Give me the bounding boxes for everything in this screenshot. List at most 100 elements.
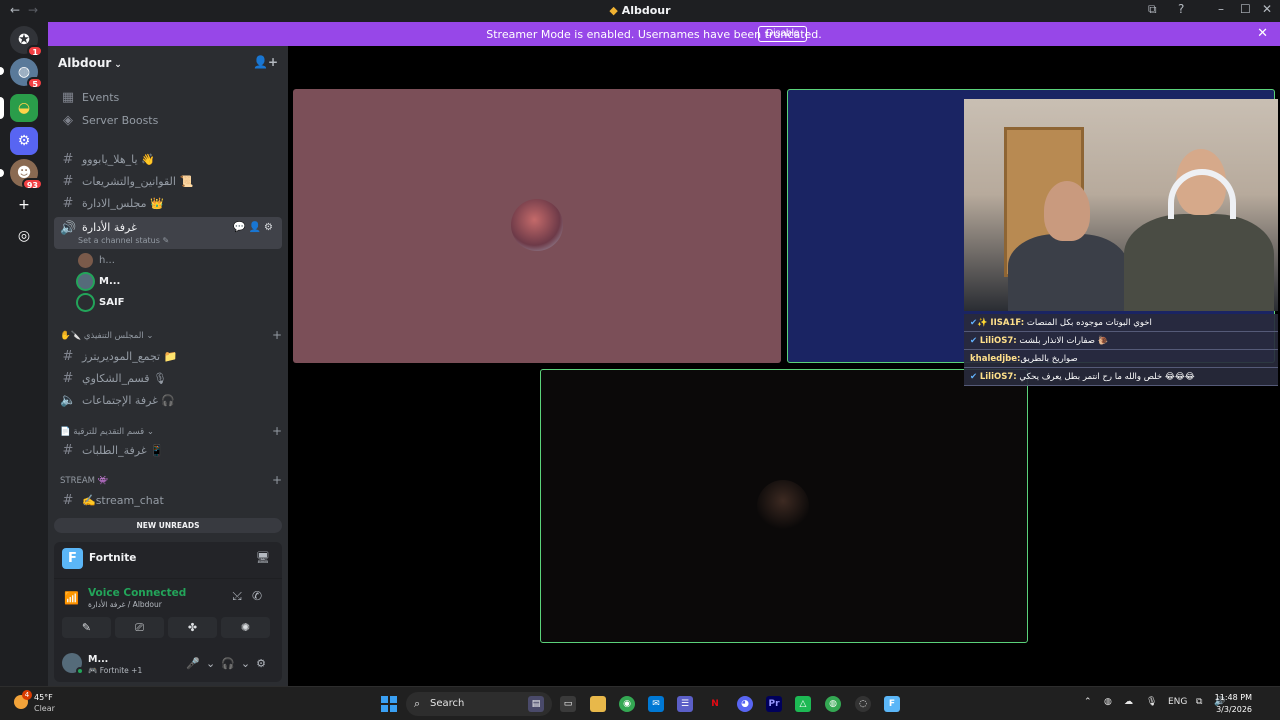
language-indicator[interactable]: ENG: [1168, 697, 1187, 707]
channel-requests[interactable]: # غرفة_الطلبات 📱: [54, 440, 282, 460]
obs-icon[interactable]: ◌: [855, 696, 871, 712]
help-icon[interactable]: ?: [1178, 2, 1184, 16]
disconnect-icon[interactable]: ✆: [252, 589, 272, 603]
teams-icon[interactable]: ☰: [677, 696, 693, 712]
channel-stream-chat[interactable]: # ✍️stream_chat: [54, 490, 282, 510]
voice-stage: ✔✨ IISA1F: اخوي البوتات موجوده بكل المنص…: [288, 46, 1280, 686]
notification-badge: 93: [21, 178, 43, 190]
taskbar-app-icon[interactable]: ▤: [528, 696, 544, 712]
events-item[interactable]: ▦ Events: [54, 87, 282, 107]
chrome-profile-icon[interactable]: ◍: [825, 696, 841, 712]
microphone-icon[interactable]: 🎤: [186, 657, 206, 670]
outlook-icon[interactable]: ✉: [648, 696, 664, 712]
server-boosts-item[interactable]: ◈ Server Boosts: [54, 110, 282, 130]
chat-message: ✔✨ IISA1F: اخوي البوتات موجوده بكل المنص…: [964, 314, 1278, 332]
channel-welcome[interactable]: # يا_هلا_يابووو 👋: [54, 149, 282, 169]
signal-icon: 📶: [64, 591, 79, 605]
maximize-button[interactable]: ☐: [1240, 2, 1251, 16]
voice-user[interactable]: h...: [78, 251, 115, 269]
invite-people-icon[interactable]: 👤+: [253, 55, 278, 69]
channel-complaints[interactable]: # قسم_الشكاوي 🎙: [54, 368, 282, 388]
speaker-icon: 🔈: [60, 392, 77, 408]
microphone-icon[interactable]: 🎙: [1146, 697, 1157, 707]
online-status-icon: [76, 667, 84, 675]
voice-channel-admin-room[interactable]: 🔊 غرفة الأدارة Set a channel status ✎ 💬👤…: [54, 217, 282, 249]
screen-share-icon[interactable]: 🖥: [256, 551, 270, 564]
participant-tile[interactable]: [293, 89, 781, 363]
guild-header[interactable]: Albdour ⌄ 👤+: [48, 46, 288, 79]
direct-messages-icon[interactable]: ✪ 1: [10, 26, 43, 57]
user-status: 🎮 Fortnite +1: [88, 666, 143, 675]
chevron-down-icon: ⌄: [114, 60, 122, 70]
soundboard-button[interactable]: ✺: [221, 617, 270, 638]
category-promotion[interactable]: 📄 قسم التقديم للترقية ⌄ +: [60, 424, 282, 438]
webcam-overlay: [964, 99, 1278, 311]
clock[interactable]: 11:48 PM 3/3/2026: [1215, 692, 1252, 716]
discord-icon[interactable]: ◕: [737, 696, 753, 712]
start-button[interactable]: [381, 696, 397, 712]
server-icon-4[interactable]: ⚙: [10, 127, 38, 155]
add-server-icon[interactable]: +: [10, 191, 38, 219]
close-banner-icon[interactable]: ✕: [1257, 26, 1268, 41]
server-icon-2[interactable]: ◍ 5: [10, 58, 43, 89]
screen-share-button[interactable]: ⎚: [115, 617, 164, 638]
voice-location[interactable]: غرفة الأدارة / Albdour: [88, 600, 162, 609]
tray-chevron-icon[interactable]: ⌃: [1084, 697, 1092, 707]
new-unreads-button[interactable]: NEW UNREADS: [54, 518, 282, 533]
participant-tile-speaking[interactable]: [540, 369, 1028, 643]
add-channel-icon[interactable]: +: [272, 424, 282, 438]
server-icon-5[interactable]: ☻ 93: [10, 159, 43, 190]
tray-icon[interactable]: ◍: [1104, 697, 1112, 707]
username[interactable]: M...: [88, 654, 108, 665]
taskbar-app-icon[interactable]: ▭: [560, 696, 576, 712]
category-stream[interactable]: Stream 👾 +: [60, 473, 282, 487]
voice-channel-tools[interactable]: 💬👤⚙: [233, 222, 276, 233]
channel-status[interactable]: Set a channel status ✎: [78, 236, 169, 245]
title-bar: ← → ◆ Albdour ⧉ ? – ☐ ✕: [0, 0, 1280, 21]
camera-off-button[interactable]: ✎: [62, 617, 111, 638]
add-channel-icon[interactable]: +: [272, 473, 282, 487]
add-channel-icon[interactable]: +: [272, 328, 282, 342]
chevron-down-icon[interactable]: ⌄: [241, 657, 256, 670]
server-icon-albdour[interactable]: ◒: [10, 94, 38, 122]
guild-name: Albdour: [58, 56, 112, 70]
monitor-icon[interactable]: ⧉: [1196, 697, 1202, 707]
calendar-icon: ▦: [61, 89, 75, 105]
hash-icon: #: [62, 442, 74, 458]
server-list: ✪ 1 ◍ 5 ◒ ⚙ ☻ 93 + ◎: [0, 21, 48, 686]
taskbar-app-icon[interactable]: △: [795, 696, 811, 712]
channel-admin-council[interactable]: # مجلس_الادارة 👑: [54, 193, 282, 213]
headphones-icon[interactable]: 🎧: [221, 657, 241, 670]
hash-icon: #: [62, 173, 74, 189]
activities-button[interactable]: ✤: [168, 617, 217, 638]
voice-user[interactable]: SAIF: [78, 293, 125, 311]
noise-suppression-icon[interactable]: ⤩: [232, 589, 252, 603]
avatar: [757, 480, 809, 532]
fortnite-icon[interactable]: F: [884, 696, 900, 712]
banner-message: Streamer Mode is enabled. Usernames have…: [486, 28, 822, 41]
category-executive[interactable]: ✋🔪 المجلس التنفيذي ⌄ +: [60, 328, 282, 342]
file-explorer-icon[interactable]: [590, 696, 606, 712]
channel-rules[interactable]: # القوانين_والتشريعات 📜: [54, 171, 282, 191]
voice-buttons: ⤩✆: [232, 589, 272, 604]
channel-moderators[interactable]: # تجمع_الموديريترز 📁: [54, 346, 282, 366]
chat-message: khaledjbe:صواريخ بالطريق: [964, 350, 1278, 368]
minimize-button[interactable]: –: [1218, 2, 1224, 16]
voice-user[interactable]: M...: [78, 272, 120, 290]
channel-meetings[interactable]: 🔈 غرفة الإجتماعات 🎧: [54, 390, 282, 410]
chevron-down-icon[interactable]: ⌄: [206, 657, 221, 670]
notification-badge: 4: [22, 690, 32, 700]
netflix-icon[interactable]: N: [707, 696, 723, 712]
explore-icon[interactable]: ◎: [10, 222, 38, 250]
settings-icon[interactable]: ⚙: [256, 657, 272, 670]
speaker-icon: 🔊: [60, 221, 77, 236]
chrome-icon[interactable]: ◉: [619, 696, 635, 712]
tray-icon[interactable]: ☁: [1124, 697, 1133, 707]
user-panel: M... 🎮 Fortnite +1 🎤⌄🎧⌄⚙: [54, 649, 282, 683]
disable-streamer-mode-button[interactable]: Disable: [758, 26, 808, 42]
boost-icon: ◈: [63, 112, 73, 128]
inbox-icon[interactable]: ⧉: [1148, 2, 1157, 17]
close-window-button[interactable]: ✕: [1262, 2, 1272, 16]
premiere-icon[interactable]: Pr: [766, 696, 782, 712]
voice-connected-label[interactable]: Voice Connected: [88, 587, 186, 599]
